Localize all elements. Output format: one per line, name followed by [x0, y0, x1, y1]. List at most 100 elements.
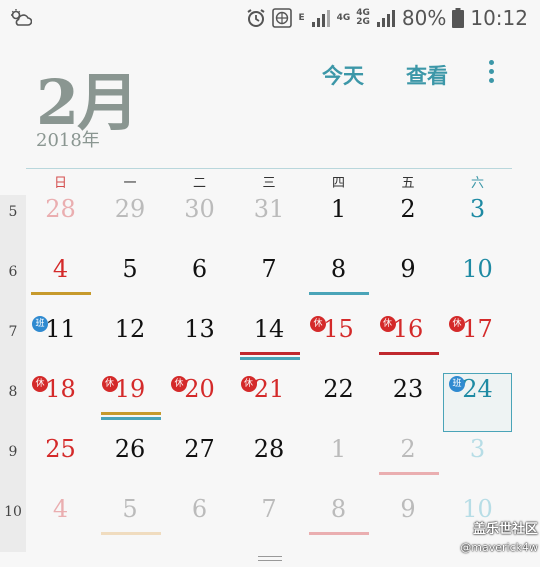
alarm-icon [247, 9, 265, 27]
day-number: 6 [191, 255, 208, 283]
battery-icon [452, 8, 465, 28]
day-number: 28 [45, 195, 76, 223]
day-number: 1 [330, 435, 347, 463]
day-number: 4 [52, 495, 69, 523]
day-cell[interactable]: 3 [443, 194, 512, 252]
workday-badge: 班 [449, 376, 465, 392]
calendar-header: 2月 2018年 今天 查看 [0, 36, 540, 166]
week-number: 7 [8, 324, 18, 340]
battery-percent: 80% [401, 6, 447, 30]
watermark: 盖乐世社区 @maverick4w [452, 518, 538, 554]
day-cell[interactable]: 27 [165, 434, 234, 492]
day-cell[interactable]: 5 [96, 494, 165, 552]
event-indicator [100, 412, 161, 415]
day-cell[interactable]: 6 [165, 494, 234, 552]
week-number-column [0, 195, 26, 552]
holiday-rest-badge: 休 [171, 376, 187, 392]
week-number: 8 [8, 384, 18, 400]
vpn-globe-icon [272, 8, 293, 28]
day-cell[interactable]: 9 [374, 254, 443, 312]
day-number: 28 [253, 435, 285, 463]
event-indicator [31, 292, 91, 295]
day-cell[interactable]: 休 16 [374, 314, 443, 372]
day-cell[interactable]: 7 [235, 254, 304, 312]
day-cell[interactable]: 13 [165, 314, 234, 372]
year-label: 2018年 [36, 130, 100, 151]
day-cell[interactable]: 3 [443, 434, 512, 492]
holiday-rest-badge: 休 [32, 376, 48, 392]
day-cell[interactable]: 28 [26, 194, 95, 252]
day-cell[interactable]: 28 [235, 434, 304, 492]
day-number: 9 [400, 255, 416, 283]
event-indicator [239, 357, 300, 360]
day-cell[interactable]: 休 17 [443, 314, 512, 372]
day-number: 25 [45, 435, 76, 463]
weather-icon [11, 9, 32, 26]
day-number: 29 [114, 195, 146, 223]
day-cell[interactable]: 1 [304, 194, 373, 252]
day-cell[interactable]: 14 [235, 314, 304, 372]
weekday-label: 五 [401, 176, 415, 191]
weekday-label: 四 [331, 176, 345, 191]
weekday-label: 一 [123, 176, 137, 191]
day-cell[interactable]: 8 [304, 494, 373, 552]
weekday-label: 三 [262, 176, 276, 191]
day-number: 10 [462, 255, 493, 283]
day-number: 7 [261, 255, 277, 283]
day-cell[interactable]: 23 [374, 374, 443, 432]
day-number: 9 [400, 495, 416, 523]
holiday-rest-badge: 休 [101, 376, 118, 392]
day-cell[interactable]: 12 [96, 314, 165, 372]
day-cell[interactable]: 25 [26, 434, 95, 492]
event-indicator [309, 532, 369, 535]
network-type-e: E [298, 12, 305, 23]
signal-strength-2-icon [376, 10, 395, 27]
day-cell[interactable]: 休 21 [235, 374, 304, 432]
day-cell[interactable]: 31 [235, 194, 304, 252]
day-cell[interactable]: 班 11 [26, 314, 95, 372]
day-cell[interactable]: 6 [165, 254, 234, 312]
day-cell[interactable]: 10 [443, 254, 512, 312]
day-cell[interactable]: 休 19 [96, 374, 165, 432]
view-button[interactable]: 查看 [406, 60, 448, 90]
day-number: 1 [330, 195, 347, 223]
day-cell[interactable]: 1 [304, 434, 373, 492]
day-cell[interactable]: 2 [374, 194, 443, 252]
day-number: 6 [191, 495, 208, 523]
day-cell[interactable]: 班 24 [443, 374, 512, 432]
day-number: 5 [122, 495, 138, 523]
day-cell[interactable]: 休 15 [304, 314, 373, 372]
network-type-4g: 4G [336, 12, 351, 23]
today-button[interactable]: 今天 [322, 60, 364, 90]
event-indicator [309, 292, 369, 295]
more-options-icon[interactable] [484, 60, 498, 86]
week-number: 6 [8, 264, 18, 280]
day-cell[interactable]: 2 [374, 434, 443, 492]
holiday-rest-badge: 休 [240, 376, 257, 392]
day-cell[interactable]: 9 [374, 494, 443, 552]
day-cell[interactable]: 7 [235, 494, 304, 552]
weekday-label: 二 [192, 176, 206, 191]
day-number: 26 [114, 435, 146, 463]
day-number: 22 [323, 375, 354, 403]
day-cell[interactable]: 休 18 [26, 374, 95, 432]
day-number: 5 [122, 255, 138, 283]
day-number: 3 [469, 435, 486, 463]
day-cell[interactable]: 4 [26, 494, 95, 552]
day-cell[interactable]: 30 [165, 194, 234, 252]
day-cell[interactable]: 22 [304, 374, 373, 432]
day-number: 2 [400, 195, 416, 223]
header-divider [26, 168, 512, 169]
day-cell[interactable]: 8 [304, 254, 373, 312]
signal-strength-icon [311, 10, 330, 27]
day-number: 7 [261, 495, 277, 523]
day-cell[interactable]: 5 [96, 254, 165, 312]
day-cell[interactable]: 29 [96, 194, 165, 252]
drag-handle[interactable] [258, 556, 282, 563]
day-cell[interactable]: 休 20 [165, 374, 234, 432]
day-number: 8 [330, 255, 347, 283]
day-cell[interactable]: 26 [96, 434, 165, 492]
watermark-user: @maverick4w [460, 541, 538, 554]
day-cell[interactable]: 4 [26, 254, 95, 312]
day-number: 2 [400, 435, 416, 463]
